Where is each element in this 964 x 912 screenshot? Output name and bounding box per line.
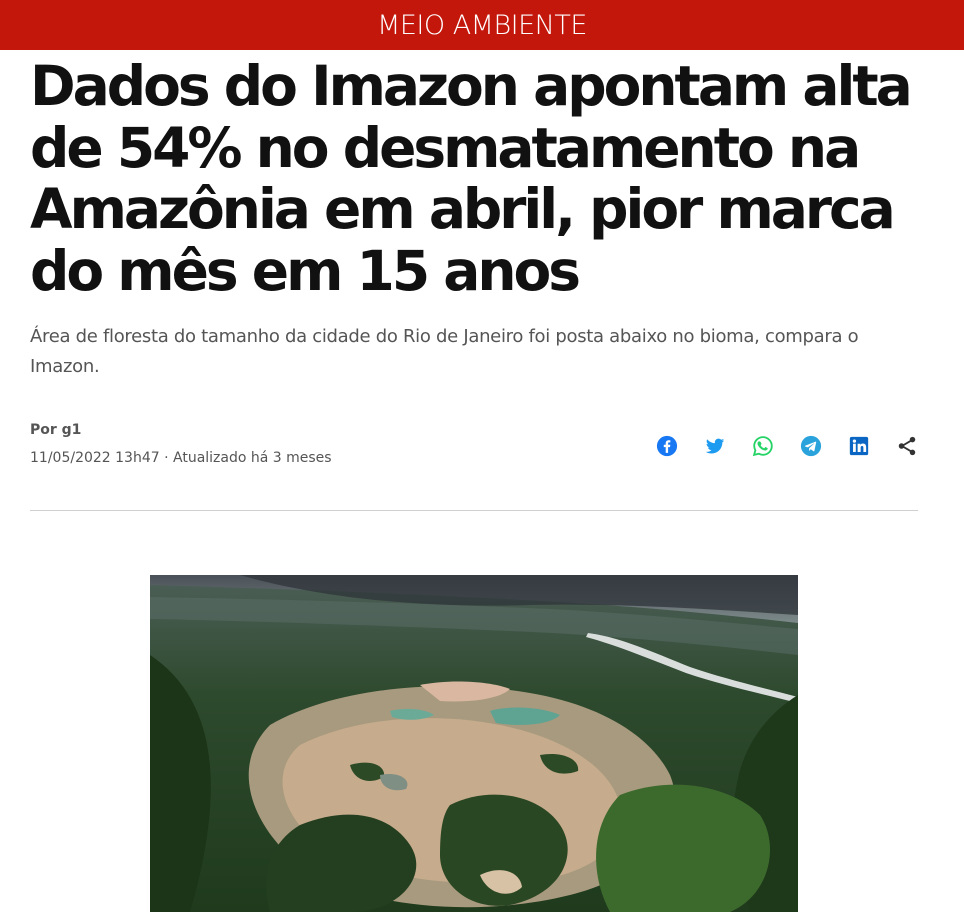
author-byline: Por g1: [30, 422, 82, 438]
article-subtitle: Área de floresta do tamanho da cidade do…: [30, 326, 859, 377]
facebook-share-button[interactable]: [654, 433, 680, 459]
telegram-icon: [800, 435, 822, 457]
twitter-icon: [705, 438, 725, 454]
telegram-share-button[interactable]: [798, 433, 824, 459]
whatsapp-icon: [752, 436, 773, 457]
facebook-icon: [656, 435, 678, 457]
share-icon: [898, 436, 916, 456]
share-bar: [654, 433, 924, 459]
publish-dateline: 11/05/2022 13h47 · Atualizado há 3 meses: [30, 450, 332, 466]
header-divider: [30, 510, 918, 511]
twitter-share-button[interactable]: [702, 433, 728, 459]
whatsapp-share-button[interactable]: [750, 433, 776, 459]
aerial-deforestation-image: [150, 575, 798, 912]
article-headline: Dados do Imazon apontam alta de 54% no d…: [30, 54, 913, 303]
article-photo[interactable]: [150, 575, 798, 912]
share-more-button[interactable]: [894, 433, 920, 459]
section-bar[interactable]: MEIO AMBIENTE: [0, 0, 964, 50]
linkedin-share-button[interactable]: [846, 433, 872, 459]
section-label[interactable]: MEIO AMBIENTE: [377, 10, 587, 41]
linkedin-icon: [849, 436, 869, 456]
